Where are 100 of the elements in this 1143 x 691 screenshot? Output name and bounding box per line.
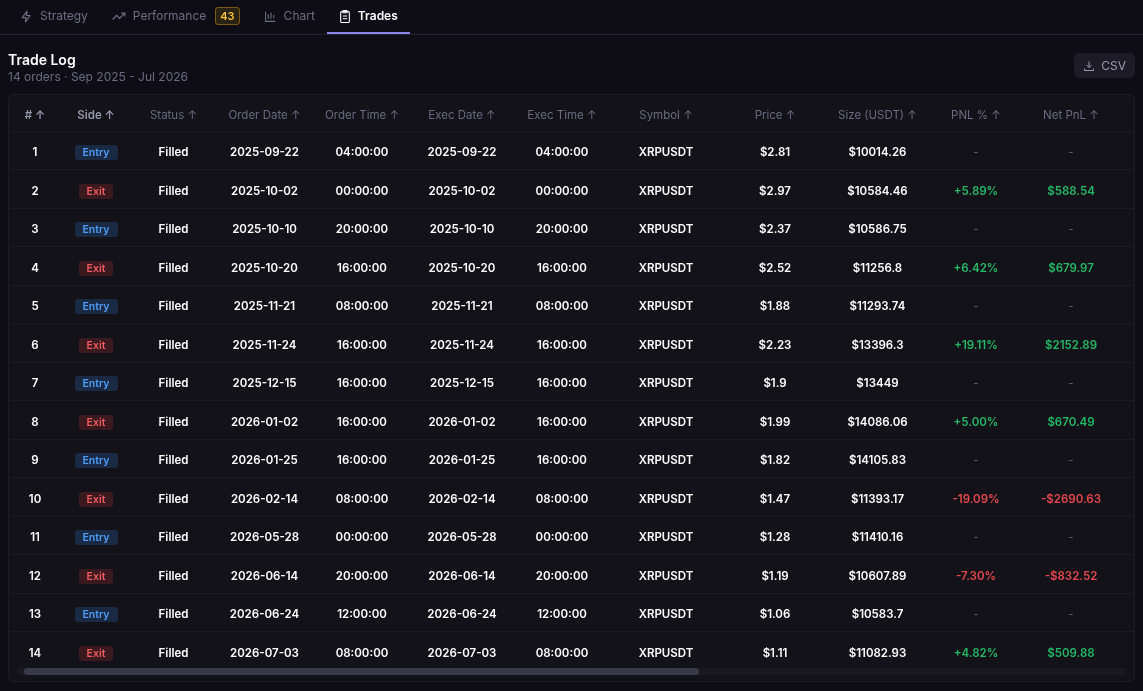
table-cell: $10607.89 bbox=[848, 568, 907, 583]
table-cell: XRPUSDT bbox=[638, 414, 694, 429]
side-badge: Exit bbox=[78, 646, 114, 661]
side-badge: Entry bbox=[74, 607, 118, 623]
table-cell: Filled bbox=[158, 222, 189, 237]
download-icon bbox=[1083, 59, 1096, 72]
table-cell: +19.11% bbox=[954, 337, 998, 352]
table-cell: $2.81 bbox=[759, 145, 791, 160]
column-header[interactable]: Symbol ↑ bbox=[639, 107, 693, 122]
table-cell: 2025-09-22 bbox=[427, 145, 497, 160]
csv-export-button[interactable]: CSV bbox=[1074, 53, 1135, 78]
table-cell: 8 bbox=[31, 414, 39, 429]
table-cell: 2025-11-24 bbox=[232, 337, 297, 352]
scrollbar-thumb[interactable] bbox=[24, 668, 699, 675]
table-cell: - bbox=[973, 222, 979, 237]
table-cell: $10583.7 bbox=[851, 607, 904, 622]
column-header[interactable]: Side ↑ bbox=[77, 107, 115, 122]
table-cell: - bbox=[973, 453, 979, 468]
column-header[interactable]: Price ↑ bbox=[754, 107, 796, 122]
side-badge: Entry bbox=[74, 222, 118, 238]
table-cell: $2.23 bbox=[758, 337, 792, 352]
table-cell: -7.30% bbox=[955, 568, 997, 583]
tab[interactable]: Chart bbox=[251, 0, 327, 34]
table-cell: Filled bbox=[158, 299, 189, 314]
table-cell: - bbox=[1068, 453, 1074, 468]
table-cell: 2026-02-14 bbox=[230, 491, 299, 506]
column-header[interactable]: Status ↑ bbox=[149, 107, 198, 122]
column-header[interactable]: Exec Date ↑ bbox=[428, 107, 496, 122]
table-cell: 2026-01-25 bbox=[231, 453, 298, 468]
table-cell: XRPUSDT bbox=[638, 183, 694, 198]
table-cell: XRPUSDT bbox=[638, 299, 694, 314]
column-header[interactable]: Net PnL ↑ bbox=[1043, 107, 1099, 122]
table-cell: 2026-01-02 bbox=[428, 414, 496, 429]
table-cell: - bbox=[1068, 530, 1074, 545]
table-cell: - bbox=[973, 299, 979, 314]
table-cell: 16:00:00 bbox=[537, 414, 587, 429]
column-header[interactable]: Order Time ↑ bbox=[324, 107, 400, 122]
table-cell: 04:00:00 bbox=[535, 145, 589, 160]
table-cell: $11082.93 bbox=[848, 646, 907, 660]
table-cell: 00:00:00 bbox=[535, 530, 589, 545]
tab[interactable]: Strategy bbox=[8, 0, 100, 34]
table-cell: 2026-02-14 bbox=[428, 491, 496, 506]
table-cell: Filled bbox=[158, 260, 189, 275]
table-cell: 2 bbox=[31, 183, 39, 198]
table-cell: 00:00:00 bbox=[335, 183, 389, 198]
table-cell: XRPUSDT bbox=[638, 376, 694, 391]
table-cell: 2026-05-28 bbox=[427, 530, 497, 545]
table-cell: +5.00% bbox=[953, 414, 999, 429]
column-header[interactable]: Size (USDT) ↑ bbox=[838, 107, 917, 122]
table-cell: Filled bbox=[158, 453, 189, 468]
table-cell: Filled bbox=[158, 491, 189, 506]
column-header[interactable]: Exec Time ↑ bbox=[527, 107, 597, 122]
column-header[interactable]: Order Date ↑ bbox=[228, 107, 301, 122]
table-cell: 16:00:00 bbox=[537, 260, 587, 275]
table-cell: 16:00:00 bbox=[337, 414, 387, 429]
table-cell: $509.88 bbox=[1047, 646, 1095, 660]
section-subtitle: 14 orders · Sep 2025 - Jul 2026 bbox=[8, 69, 188, 85]
table-cell: $1.82 bbox=[759, 453, 791, 468]
table-cell: 12 bbox=[29, 568, 41, 583]
table-cell: $14086.06 bbox=[847, 414, 908, 429]
side-badge: Entry bbox=[74, 376, 118, 392]
table-cell: Filled bbox=[158, 568, 189, 583]
table-cell: 12:00:00 bbox=[537, 607, 587, 622]
table-cell: 5 bbox=[31, 299, 39, 314]
side-badge: Exit bbox=[78, 260, 114, 276]
trend-up-icon bbox=[111, 11, 126, 21]
table-cell: $11393.17 bbox=[850, 491, 905, 506]
table-cell: 2025-12-15 bbox=[430, 376, 494, 391]
table-cell: +4.82% bbox=[953, 646, 999, 660]
table-cell: 2025-11-21 bbox=[431, 299, 493, 314]
side-badge: Exit bbox=[78, 568, 114, 584]
table-cell: 20:00:00 bbox=[335, 568, 389, 583]
table-cell: $13449 bbox=[856, 376, 899, 391]
side-badge: Exit bbox=[78, 491, 114, 507]
table-cell: 16:00:00 bbox=[537, 337, 587, 352]
table-cell: XRPUSDT bbox=[638, 337, 694, 352]
table-cell: 1 bbox=[32, 145, 38, 160]
horizontal-scrollbar[interactable] bbox=[17, 668, 1126, 675]
table-cell: 16:00:00 bbox=[337, 337, 387, 352]
tab[interactable]: Trades bbox=[326, 0, 410, 34]
table-cell: Filled bbox=[158, 530, 189, 545]
table-cell: Filled bbox=[158, 376, 189, 391]
table-cell: XRPUSDT bbox=[638, 646, 694, 660]
tab[interactable]: Performance 43 bbox=[99, 0, 252, 34]
table-cell: 16:00:00 bbox=[337, 376, 387, 391]
table-cell: 2026-05-28 bbox=[230, 530, 299, 545]
column-header[interactable]: PNL % ↑ bbox=[951, 107, 1001, 122]
table-cell: 13 bbox=[28, 607, 42, 622]
table-cell: Filled bbox=[158, 646, 189, 660]
side-badge: Entry bbox=[74, 530, 118, 546]
table-cell: - bbox=[1068, 376, 1074, 391]
column-header[interactable]: # ↑ bbox=[24, 107, 46, 122]
table-cell: $10014.26 bbox=[848, 145, 907, 160]
table-cell: 08:00:00 bbox=[535, 491, 589, 506]
table-cell: Filled bbox=[158, 414, 189, 429]
table-cell: $11256.8 bbox=[852, 260, 903, 275]
table-cell: $14105.83 bbox=[848, 453, 907, 468]
table-cell: 16:00:00 bbox=[337, 453, 387, 468]
table-cell: 2025-12-15 bbox=[232, 376, 297, 391]
table-cell: 2025-10-10 bbox=[429, 222, 495, 237]
